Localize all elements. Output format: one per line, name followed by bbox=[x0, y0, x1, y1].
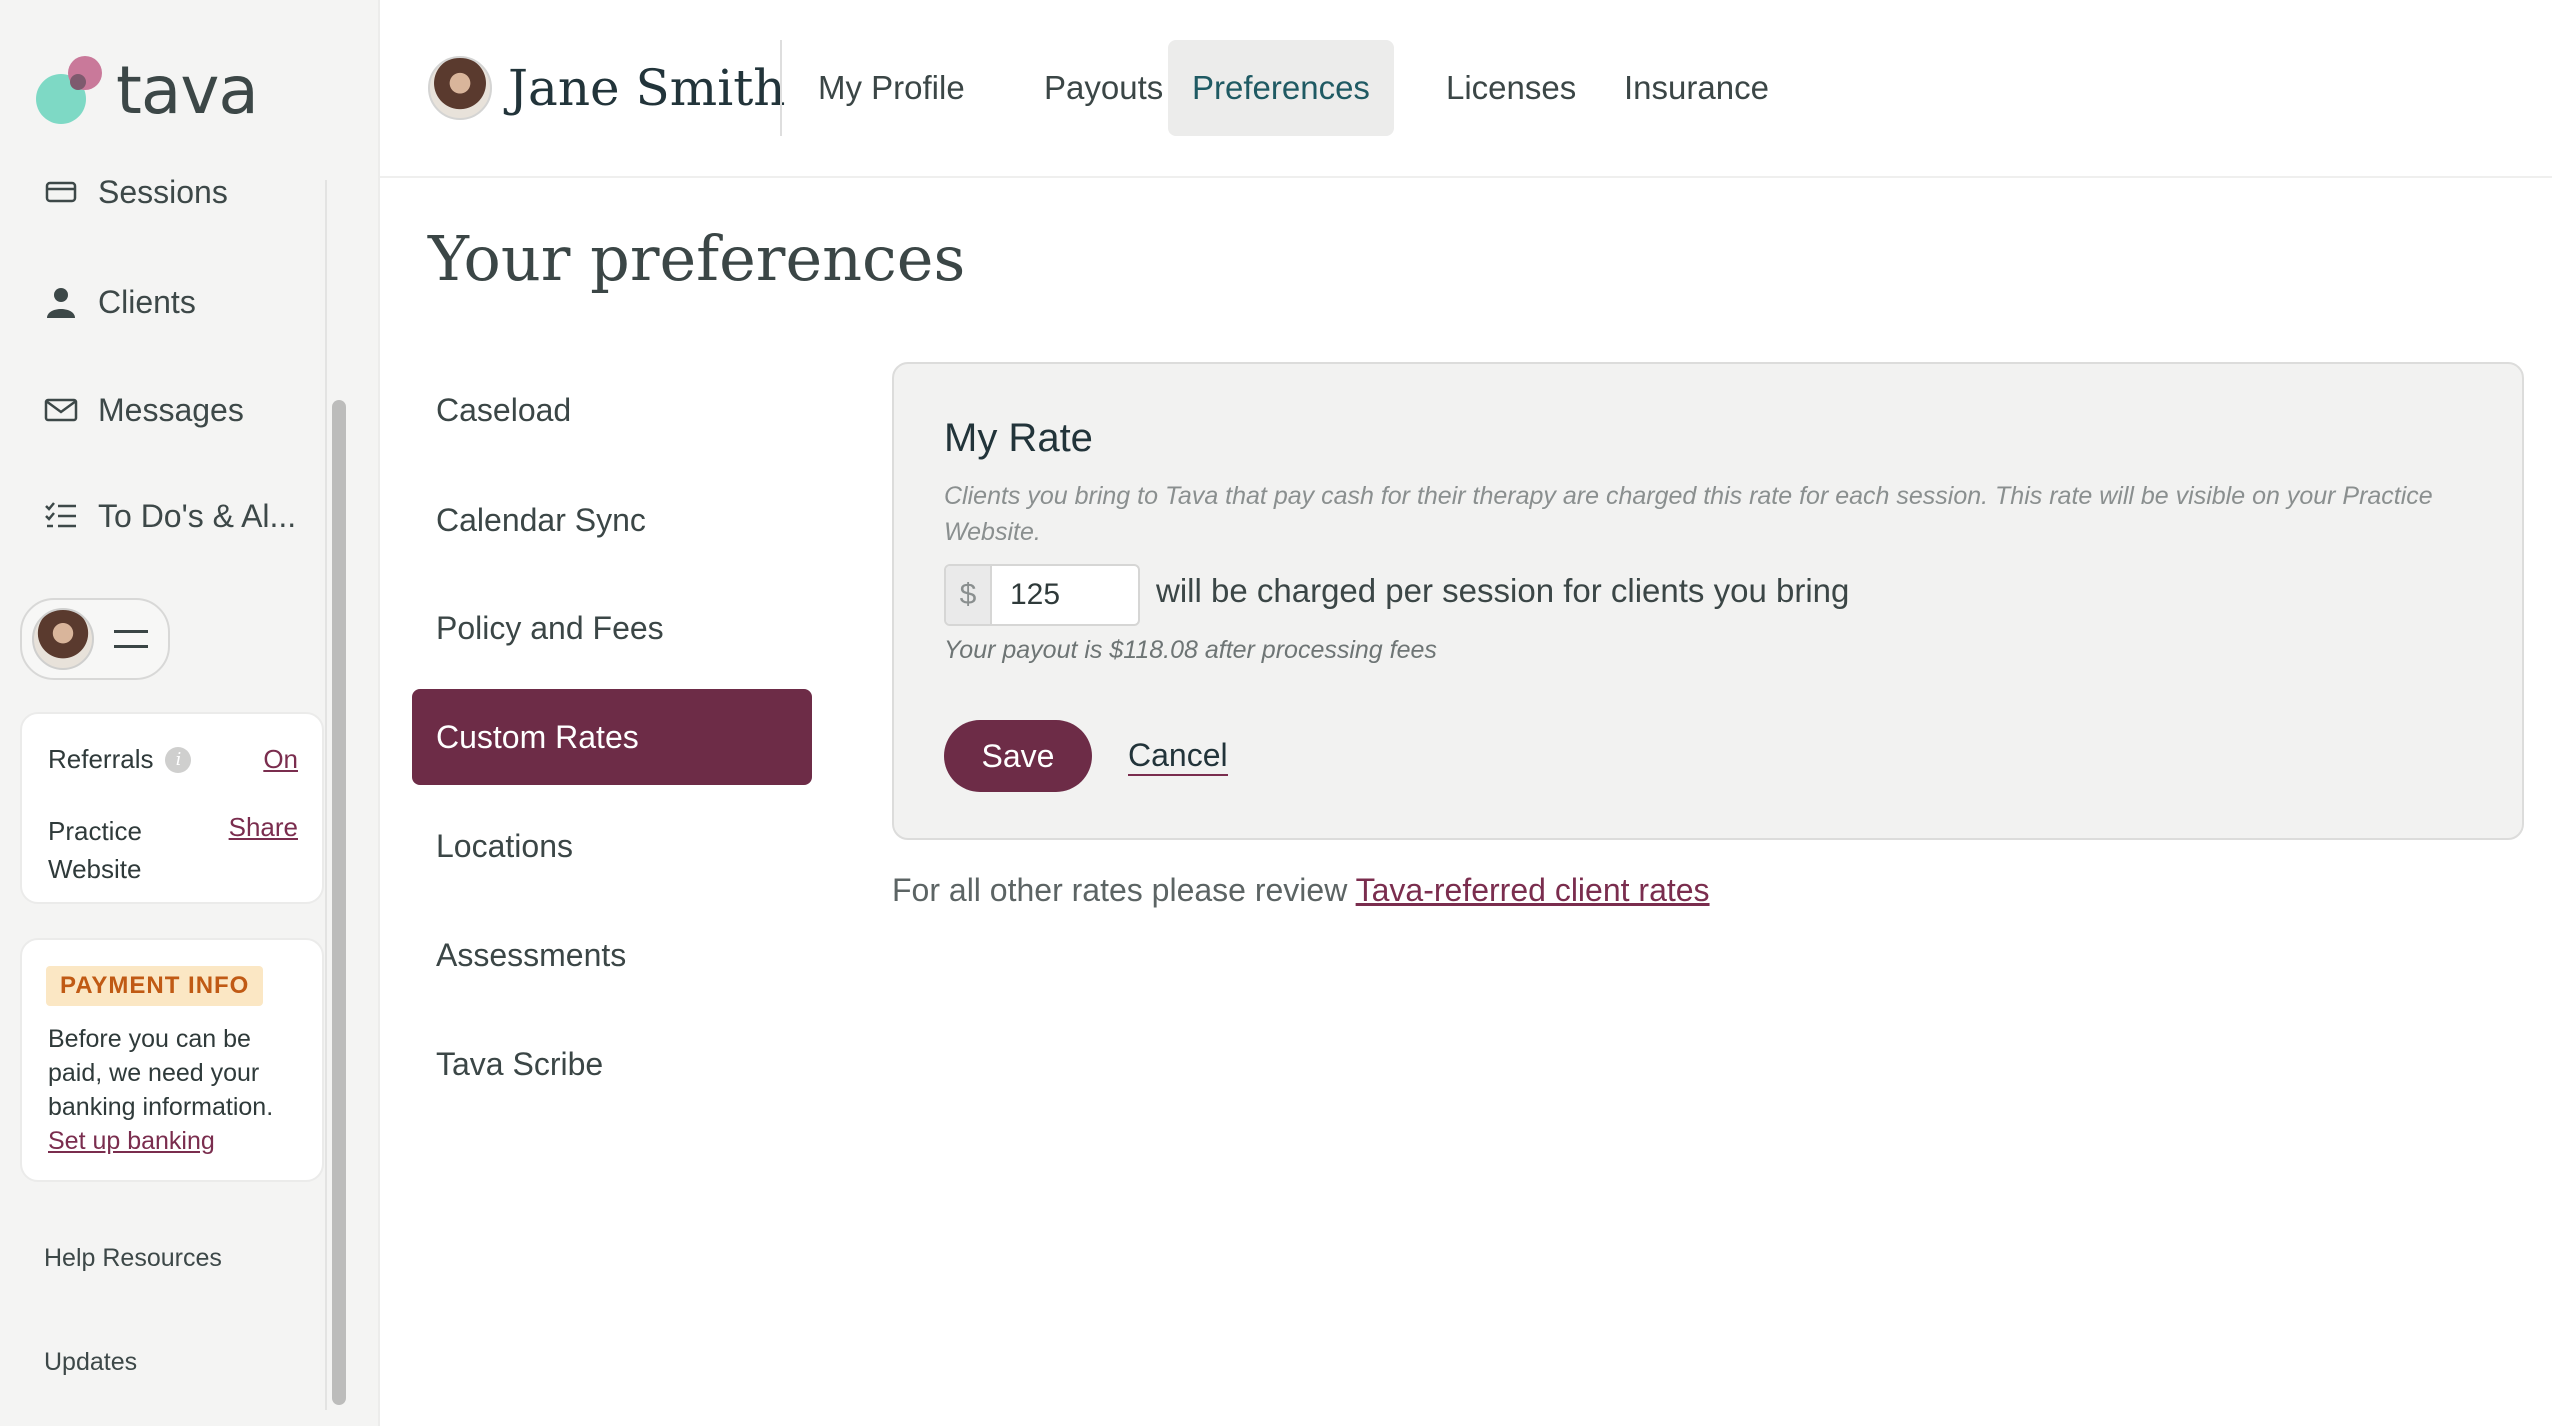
referrals-toggle-link[interactable]: On bbox=[263, 744, 298, 775]
tava-referred-rates-link[interactable]: Tava-referred client rates bbox=[1356, 872, 1710, 908]
sidebar: tava Sessions Clients Messages To Do's &… bbox=[0, 0, 380, 1426]
sidebar-item-clients[interactable]: Clients bbox=[44, 272, 196, 332]
practice-website-label: Practice Website bbox=[48, 816, 142, 884]
payment-info-card: PAYMENT INFO Before you can be paid, we … bbox=[20, 938, 324, 1182]
payment-info-message: Before you can be paid, we need your ban… bbox=[48, 1025, 274, 1121]
set-up-banking-link[interactable]: Set up banking bbox=[48, 1127, 215, 1155]
tab-licenses[interactable]: Licenses bbox=[1422, 40, 1600, 136]
currency-prefix: $ bbox=[946, 566, 992, 624]
hamburger-icon bbox=[114, 630, 148, 648]
referrals-card: Referrals i On Practice Website Share bbox=[20, 712, 324, 904]
tava-logo[interactable]: tava bbox=[36, 52, 259, 129]
top-bar: Jane Smith My Profile Payouts Preference… bbox=[380, 0, 2552, 178]
logo-wordmark: tava bbox=[116, 52, 259, 129]
card-icon bbox=[45, 181, 77, 203]
sidebar-item-label: Messages bbox=[98, 391, 244, 428]
sidebar-item-sessions[interactable]: Sessions bbox=[44, 162, 228, 222]
payment-info-text: Before you can be paid, we need your ban… bbox=[48, 1022, 312, 1158]
info-icon[interactable]: i bbox=[165, 746, 192, 773]
tab-my-profile[interactable]: My Profile bbox=[794, 40, 989, 136]
page-title: Your preferences bbox=[428, 222, 966, 295]
referrals-label-row: Referrals i bbox=[48, 744, 192, 775]
avatar bbox=[428, 56, 492, 120]
my-rate-panel: My Rate Clients you bring to Tava that p… bbox=[892, 362, 2524, 840]
tab-preferences[interactable]: Preferences bbox=[1168, 40, 1394, 136]
my-rate-description: Clients you bring to Tava that pay cash … bbox=[944, 482, 2433, 546]
tab-insurance[interactable]: Insurance bbox=[1600, 40, 1793, 136]
person-icon bbox=[47, 288, 75, 318]
subnav-policy-and-fees[interactable]: Policy and Fees bbox=[412, 580, 812, 676]
payment-info-badge: PAYMENT INFO bbox=[46, 966, 264, 1006]
referrals-label: Referrals bbox=[48, 744, 154, 774]
subnav-tava-scribe[interactable]: Tava Scribe bbox=[412, 1016, 812, 1112]
sidebar-item-label: Clients bbox=[98, 283, 196, 320]
other-rates-text: For all other rates please review bbox=[892, 872, 1348, 908]
subnav-caseload[interactable]: Caseload bbox=[412, 362, 812, 458]
subnav-calendar-sync[interactable]: Calendar Sync bbox=[412, 472, 812, 568]
sidebar-scroll-track bbox=[325, 180, 327, 1410]
subnav-assessments[interactable]: Assessments bbox=[412, 907, 812, 1003]
sidebar-item-todos[interactable]: To Do's & Al... bbox=[44, 486, 296, 546]
rate-input[interactable] bbox=[992, 566, 1132, 624]
payout-note: Your payout is $118.08 after processing … bbox=[944, 636, 1437, 664]
tab-payouts[interactable]: Payouts bbox=[1020, 40, 1187, 136]
other-rates-note: For all other rates please review Tava-r… bbox=[892, 872, 1710, 909]
rate-field[interactable]: $ bbox=[944, 564, 1140, 626]
sidebar-item-messages[interactable]: Messages bbox=[44, 380, 244, 440]
divider bbox=[780, 40, 782, 136]
help-resources-link[interactable]: Help Resources bbox=[44, 1244, 222, 1273]
user-name: Jane Smith bbox=[508, 59, 786, 117]
subnav-custom-rates[interactable]: Custom Rates bbox=[412, 689, 812, 785]
my-rate-title: My Rate bbox=[944, 416, 1093, 460]
sidebar-item-label: To Do's & Al... bbox=[98, 497, 297, 534]
cancel-button[interactable]: Cancel bbox=[1128, 736, 1228, 776]
envelope-icon bbox=[44, 398, 78, 422]
sidebar-scrollbar[interactable] bbox=[332, 400, 346, 1405]
share-link[interactable]: Share bbox=[229, 812, 298, 843]
subnav-locations[interactable]: Locations bbox=[412, 798, 812, 894]
logo-mark-overlap bbox=[70, 74, 86, 90]
sidebar-item-label: Sessions bbox=[98, 173, 228, 210]
save-button[interactable]: Save bbox=[944, 720, 1092, 792]
avatar bbox=[32, 608, 94, 670]
profile-menu-button[interactable] bbox=[20, 598, 170, 680]
updates-link[interactable]: Updates bbox=[44, 1348, 137, 1377]
checklist-icon bbox=[45, 502, 76, 528]
rate-suffix-text: will be charged per session for clients … bbox=[1156, 572, 1850, 609]
